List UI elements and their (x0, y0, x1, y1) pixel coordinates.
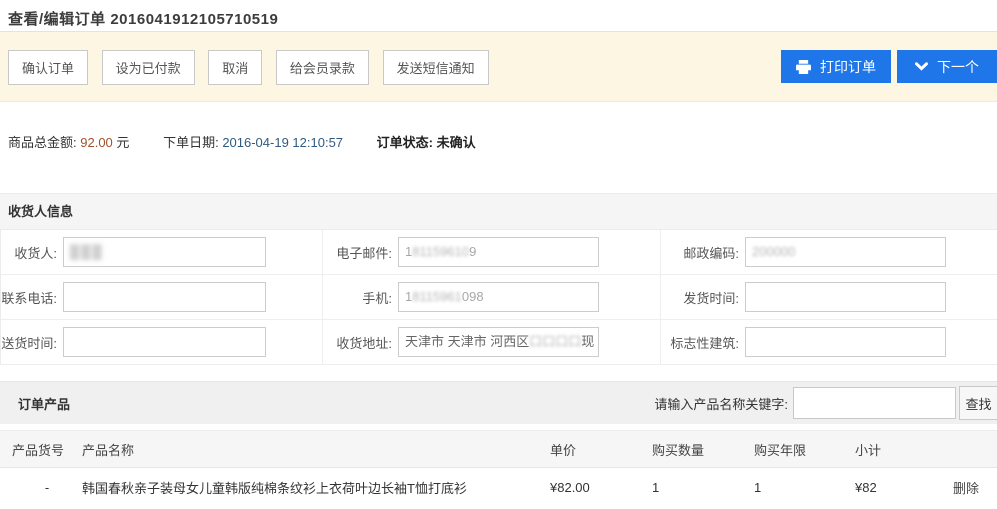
col-header-qty: 购买数量 (652, 440, 754, 459)
cancel-button[interactable]: 取消 (208, 50, 262, 85)
consignee-section-header: 收货人信息 (0, 193, 997, 230)
zip-input[interactable]: 200000 (745, 237, 946, 267)
field-zip: 邮政编码: 200000 (661, 230, 997, 275)
consignee-form: 收货人: ███ 电子邮件: 1811596109 邮政编码: 200000 联… (0, 230, 997, 365)
col-header-name: 产品名称 (82, 440, 550, 459)
phone-input[interactable] (63, 282, 266, 312)
confirm-order-button[interactable]: 确认订单 (8, 50, 88, 85)
field-ship-time: 发货时间: (661, 275, 997, 320)
delete-product-link[interactable]: 删除 (953, 481, 979, 496)
order-total-unit: 元 (116, 135, 129, 150)
printer-icon (796, 60, 811, 74)
col-header-years: 购买年限 (754, 440, 855, 459)
field-consignee: 收货人: ███ (1, 230, 323, 275)
mobile-input[interactable]: 18115961098 (398, 282, 599, 312)
next-order-label: 下一个 (937, 57, 979, 77)
order-status: 订单状态: 未确认 (377, 135, 476, 150)
product-price: ¥82.00 (550, 480, 652, 495)
zip-label: 邮政编码: (661, 243, 745, 262)
product-search: 请输入产品名称关键字: 查找 (654, 386, 997, 420)
email-label: 电子邮件: (323, 243, 398, 262)
consignee-input[interactable]: ███ (63, 237, 266, 267)
table-row: - 韩国春秋亲子装母女儿童韩版纯棉条纹衫上衣荷叶边长袖T恤打底衫 ¥82.00 … (0, 468, 997, 507)
member-payment-button[interactable]: 给会员录款 (276, 50, 369, 85)
field-mobile: 手机: 18115961098 (323, 275, 661, 320)
mobile-value-suffix: 098 (462, 289, 484, 304)
order-total: 商品总金额: 92.00 元 (8, 135, 129, 150)
order-toolbar: 确认订单 设为已付款 取消 给会员录款 发送短信通知 打印订单 下一个 (0, 32, 997, 102)
chevron-down-icon (915, 62, 928, 71)
field-phone: 联系电话: (1, 275, 323, 320)
mark-paid-button[interactable]: 设为已付款 (102, 50, 195, 85)
landmark-label: 标志性建筑: (661, 333, 745, 352)
field-delivery-time: 送货时间: (1, 320, 323, 365)
address-input[interactable]: 天津市 天津市 河西区口口口口现 (398, 327, 599, 357)
order-date-label: 下单日期: (163, 135, 219, 150)
consignee-label: 收货人: (1, 243, 63, 262)
field-landmark: 标志性建筑: (661, 320, 997, 365)
zip-redacted-value: 00000 (759, 244, 795, 259)
mobile-label: 手机: (323, 288, 398, 307)
consignee-section-title: 收货人信息 (0, 194, 997, 230)
products-table-header: 产品货号 产品名称 单价 购买数量 购买年限 小计 (0, 430, 997, 468)
field-address: 收货地址: 天津市 天津市 河西区口口口口现 (323, 320, 661, 365)
product-subtotal: ¥82 (855, 480, 953, 495)
print-order-label: 打印订单 (820, 57, 876, 77)
send-sms-button[interactable]: 发送短信通知 (383, 50, 489, 85)
email-redacted-value: 81159610 (412, 244, 469, 259)
phone-label: 联系电话: (1, 288, 63, 307)
order-date: 下单日期: 2016-04-19 12:10:57 (163, 135, 343, 150)
products-section-title: 订单产品 (0, 394, 70, 413)
product-name: 韩国春秋亲子装母女儿童韩版纯棉条纹衫上衣荷叶边长袖T恤打底衫 (82, 478, 550, 497)
order-date-value: 2016-04-19 12:10:57 (222, 135, 343, 150)
order-total-label: 商品总金额: (8, 135, 77, 150)
product-sku: - (12, 480, 82, 495)
col-header-price: 单价 (550, 440, 652, 459)
landmark-input[interactable] (745, 327, 946, 357)
order-status-label: 订单状态: (377, 135, 433, 150)
product-search-input[interactable] (793, 387, 956, 419)
product-search-label: 请输入产品名称关键字: (654, 394, 788, 413)
product-years: 1 (754, 480, 855, 495)
page-header: 查看/编辑订单 2016041912105710519 (0, 0, 997, 32)
print-order-button[interactable]: 打印订单 (781, 50, 891, 83)
order-summary: 商品总金额: 92.00 元 下单日期: 2016-04-19 12:10:57… (0, 102, 997, 193)
field-email: 电子邮件: 1811596109 (323, 230, 661, 275)
address-redacted-value: 口口口口 (529, 334, 581, 349)
product-search-button[interactable]: 查找 (959, 386, 997, 420)
email-value-suffix: 9 (469, 244, 476, 259)
mobile-redacted-value: 8115961 (412, 289, 462, 304)
delivery-time-label: 送货时间: (1, 333, 63, 352)
col-header-subtotal: 小计 (855, 440, 953, 459)
product-qty: 1 (652, 480, 754, 495)
toolbar-right-group: 打印订单 下一个 (781, 50, 997, 83)
ship-time-input[interactable] (745, 282, 946, 312)
address-value-suffix: 现 (581, 334, 594, 349)
email-input[interactable]: 1811596109 (398, 237, 599, 267)
address-value-prefix: 天津市 天津市 河西区 (405, 334, 529, 349)
order-status-value: 未确认 (437, 135, 476, 150)
col-header-sku: 产品货号 (12, 440, 82, 459)
address-label: 收货地址: (323, 333, 398, 352)
order-total-value: 92.00 (80, 135, 113, 150)
page-title: 查看/编辑订单 2016041912105710519 (8, 8, 997, 29)
consignee-redacted-value: ███ (70, 244, 104, 259)
next-order-button[interactable]: 下一个 (897, 50, 997, 83)
delivery-time-input[interactable] (63, 327, 266, 357)
ship-time-label: 发货时间: (661, 288, 745, 307)
products-section-header: 订单产品 请输入产品名称关键字: 查找 (0, 381, 997, 424)
